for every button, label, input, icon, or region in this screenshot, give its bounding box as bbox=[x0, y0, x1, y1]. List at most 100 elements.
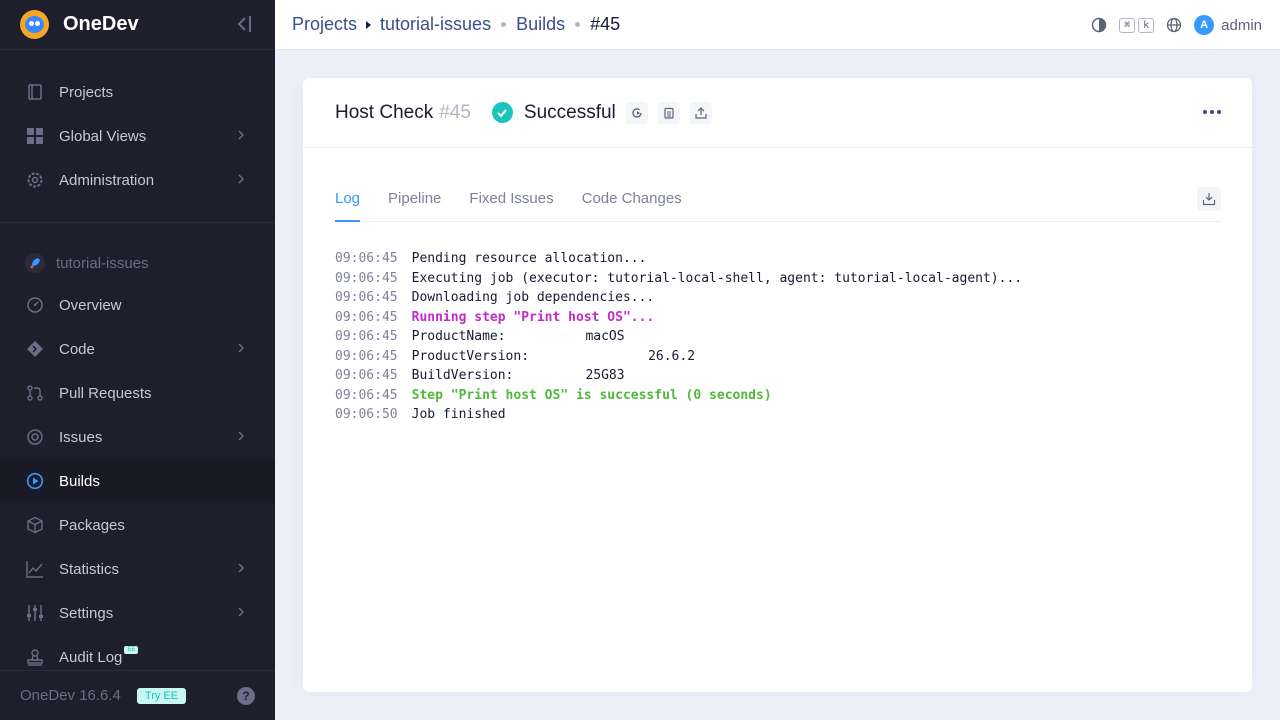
log-line: 09:06:45 ProductVersion: 26.6.2 bbox=[335, 347, 1022, 367]
topbar-actions: ⌘ k A admin bbox=[1091, 0, 1262, 50]
sidebar-item-issues[interactable]: Issues bbox=[0, 415, 275, 459]
build-status: Successful bbox=[523, 101, 616, 123]
rebuild-icon bbox=[632, 107, 642, 118]
help-icon[interactable]: ? bbox=[237, 687, 255, 705]
log-message: Running step "Print host OS"... bbox=[411, 309, 655, 325]
log-line: 09:06:45 Running step "Print host OS"... bbox=[335, 308, 1022, 328]
topbar: Projects tutorial-issues Builds #45 ⌘ k … bbox=[275, 0, 1280, 50]
globe-icon[interactable] bbox=[1166, 17, 1182, 33]
sidebar-item-label: Builds bbox=[59, 472, 100, 490]
log-message: Job finished bbox=[411, 407, 506, 422]
log-timestamp: 09:06:45 bbox=[335, 368, 398, 383]
breadcrumb-projects[interactable]: Projects bbox=[292, 14, 357, 35]
log-timestamp: 09:06:45 bbox=[335, 251, 398, 266]
sidebar-item-administration[interactable]: Administration bbox=[0, 158, 275, 202]
log-message: Executing job (executor: tutorial-local-… bbox=[411, 270, 1023, 286]
onedev-logo bbox=[20, 10, 49, 39]
log-timestamp: 09:06:45 bbox=[335, 290, 398, 305]
download-log-button[interactable] bbox=[1197, 187, 1221, 211]
stamp-icon bbox=[25, 647, 45, 667]
sidebar-item-settings[interactable]: Settings bbox=[0, 591, 275, 635]
pull-request-icon bbox=[25, 383, 45, 403]
log-message: BuildVersion: 25G83 bbox=[411, 368, 625, 383]
breadcrumb-dot-icon bbox=[575, 22, 581, 27]
log-line: 09:06:45 Downloading job dependencies... bbox=[335, 288, 1022, 308]
tab-fixed-issues[interactable]: Fixed Issues bbox=[469, 183, 553, 222]
log-timestamp: 09:06:45 bbox=[335, 387, 398, 403]
breadcrumb-project[interactable]: tutorial-issues bbox=[380, 14, 491, 35]
collapse-sidebar-icon[interactable] bbox=[234, 14, 254, 34]
build-header: Host Check #45 Successful bbox=[303, 78, 1252, 148]
sidebar-item-builds[interactable]: Builds bbox=[0, 459, 275, 503]
sidebar-item-pull-requests[interactable]: Pull Requests bbox=[0, 371, 275, 415]
project-nav: Overview Code Pull Requests Issues Builds Pac… bbox=[0, 283, 275, 679]
chevron-right-icon bbox=[234, 429, 248, 443]
sidebar-item-label: Pull Requests bbox=[59, 384, 152, 402]
log-message: Pending resource allocation... bbox=[411, 251, 647, 266]
command-shortcut[interactable]: ⌘ k bbox=[1119, 17, 1155, 33]
sidebar-item-projects[interactable]: Projects bbox=[0, 70, 275, 114]
log-message: ProductName: macOS bbox=[411, 329, 625, 344]
ee-badge: EE bbox=[124, 646, 139, 654]
view-params-button[interactable] bbox=[657, 101, 680, 124]
log-timestamp: 09:06:45 bbox=[335, 329, 398, 344]
code-icon bbox=[25, 339, 45, 359]
user-name[interactable]: admin bbox=[1221, 17, 1262, 34]
sidebar-item-label: Overview bbox=[59, 296, 122, 314]
log-timestamp: 09:06:45 bbox=[335, 348, 398, 364]
log-timestamp: 09:06:45 bbox=[335, 309, 398, 325]
success-check-icon bbox=[491, 102, 513, 123]
try-ee-button[interactable]: Try EE bbox=[136, 687, 187, 704]
build-number: #45 bbox=[439, 101, 471, 123]
issues-icon bbox=[25, 427, 45, 447]
sidebar: OneDev Projects Global Views Administratio… bbox=[0, 0, 275, 720]
tab-pipeline[interactable]: Pipeline bbox=[388, 183, 441, 222]
chevron-right-icon bbox=[234, 605, 248, 619]
tab-code-changes[interactable]: Code Changes bbox=[582, 183, 682, 222]
gear-icon bbox=[25, 170, 45, 190]
log-line: 09:06:45 Executing job (executor: tutoria… bbox=[335, 269, 1022, 289]
projects-icon bbox=[25, 82, 45, 102]
job-name: Host Check bbox=[335, 101, 434, 123]
theme-toggle-icon[interactable] bbox=[1091, 17, 1107, 33]
log-line: 09:06:45 BuildVersion: 25G83 bbox=[335, 366, 1022, 386]
breadcrumb-separator-icon bbox=[366, 20, 372, 29]
build-tabs: Log Pipeline Fixed Issues Code Changes bbox=[335, 183, 1221, 222]
more-actions-icon[interactable] bbox=[1202, 102, 1222, 122]
sidebar-item-label: Settings bbox=[59, 604, 114, 622]
sidebar-item-label: Projects bbox=[59, 83, 114, 101]
upload-button[interactable] bbox=[689, 101, 712, 124]
sidebar-item-global-views[interactable]: Global Views bbox=[0, 114, 275, 158]
log-timestamp: 09:06:45 bbox=[335, 270, 398, 286]
version-label: OneDev 16.6.4 bbox=[20, 687, 121, 704]
sidebar-item-packages[interactable]: Packages bbox=[0, 503, 275, 547]
sidebar-item-label: Audit Log bbox=[59, 648, 123, 666]
avatar[interactable]: A bbox=[1194, 15, 1215, 35]
project-header[interactable]: tutorial-issues bbox=[0, 243, 275, 283]
project-name: tutorial-issues bbox=[56, 254, 149, 272]
app-name: OneDev bbox=[63, 13, 139, 35]
chevron-right-icon bbox=[234, 172, 248, 186]
package-icon bbox=[25, 515, 45, 535]
build-log: 09:06:45 Pending resource allocation... 09… bbox=[335, 249, 1022, 425]
sliders-icon bbox=[25, 603, 45, 623]
sidebar-item-statistics[interactable]: Statistics bbox=[0, 547, 275, 591]
play-icon bbox=[25, 471, 45, 491]
k-key: k bbox=[1138, 17, 1155, 33]
rebuild-button[interactable] bbox=[625, 101, 648, 124]
download-icon bbox=[1202, 193, 1216, 206]
chevron-right-icon bbox=[234, 561, 248, 575]
sidebar-item-label: Issues bbox=[59, 428, 103, 446]
breadcrumb-builds[interactable]: Builds bbox=[516, 14, 565, 35]
sidebar-item-label: Code bbox=[59, 340, 95, 358]
sidebar-item-label: Global Views bbox=[59, 127, 147, 145]
log-line: 09:06:50 Job finished bbox=[335, 405, 1022, 425]
log-message: ProductVersion: 26.6.2 bbox=[411, 348, 696, 364]
tab-log[interactable]: Log bbox=[335, 183, 361, 222]
upload-icon bbox=[695, 106, 707, 119]
sidebar-item-code[interactable]: Code bbox=[0, 327, 275, 371]
chevron-right-icon bbox=[234, 128, 248, 142]
gauge-icon bbox=[25, 295, 45, 315]
sidebar-item-overview[interactable]: Overview bbox=[0, 283, 275, 327]
breadcrumb-dot-icon bbox=[501, 22, 507, 27]
